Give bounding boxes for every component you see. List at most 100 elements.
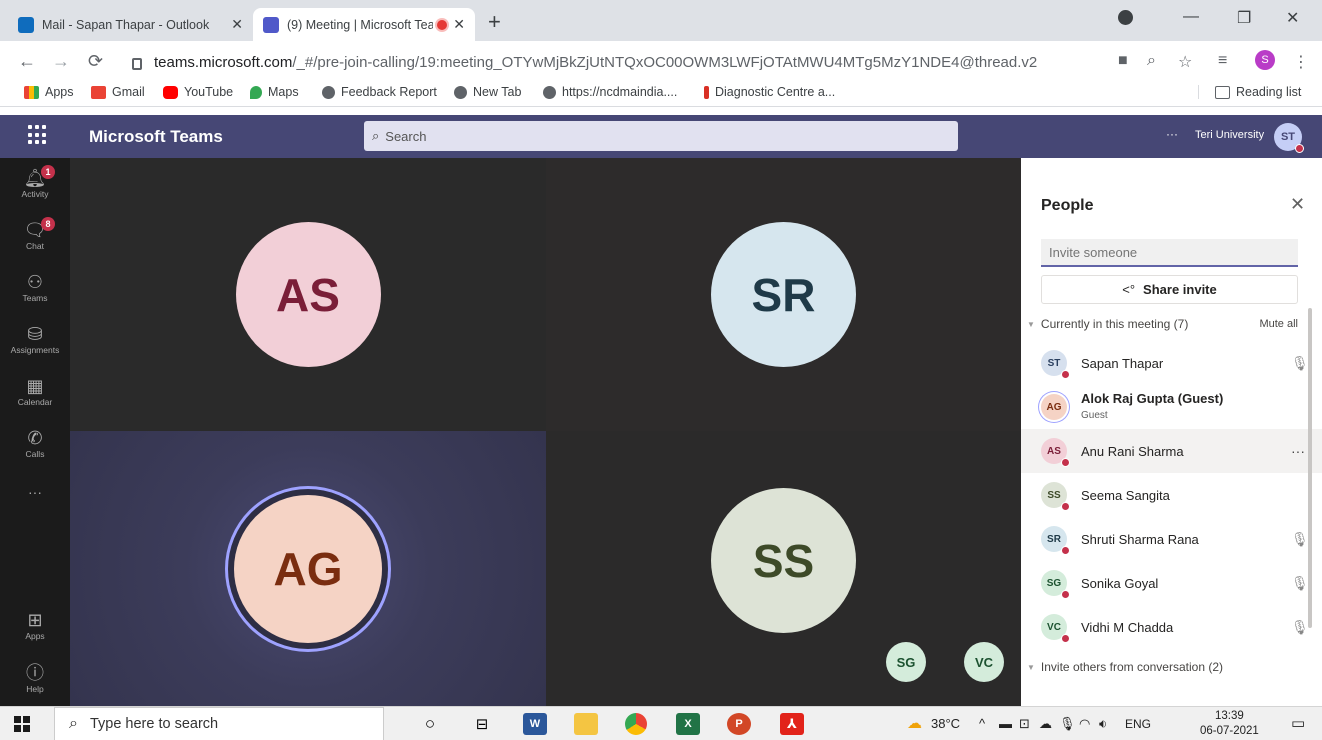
notifications-icon[interactable]: ▭ [1291, 714, 1305, 732]
reading-mode-icon[interactable]: ≡ [1218, 52, 1227, 70]
rail-item-chat[interactable]: 🗨︎ Chat 8 [0, 217, 70, 251]
bell-icon: 🔔︎ [23, 168, 47, 188]
video-tile[interactable]: SS [546, 431, 1021, 706]
bookmark-label: YouTube [184, 85, 234, 99]
start-button[interactable] [14, 716, 30, 732]
windows-taskbar: ⌕ Type here to search ○ ⊟ W X P ⅄ ☁ 38°C… [0, 706, 1322, 740]
participant-row[interactable]: SS Seema Sangita [1021, 473, 1322, 517]
participant-row[interactable]: SG Sonika Goyal 🎙︎ [1021, 561, 1322, 605]
recording-icon [437, 19, 448, 30]
rail-item-teams[interactable]: ⚇ Teams [0, 272, 70, 303]
forward-icon[interactable]: → [52, 51, 70, 72]
rail-item-apps[interactable]: ⊞ Apps [0, 610, 70, 641]
search-placeholder: Search [385, 128, 427, 144]
task-view-icon[interactable]: ⊟ [470, 713, 494, 735]
participant-row[interactable]: AG Alok Raj Gupta (Guest) Guest [1021, 385, 1322, 429]
bookmark-label: Maps [268, 85, 299, 99]
show-hidden-icons-icon[interactable]: ^ [979, 716, 985, 731]
caret-down-icon: ▼ [1027, 319, 1035, 329]
panel-scrollbar[interactable] [1308, 308, 1312, 628]
rail-item-assignments[interactable]: ⛁ Assignments [0, 324, 70, 355]
rail-item-activity[interactable]: 🔔︎ Activity 1 [0, 165, 70, 199]
bookmark-new-tab[interactable]: New Tab [454, 85, 521, 99]
org-name[interactable]: Teri University [1195, 129, 1264, 141]
acrobat-icon[interactable]: ⅄ [780, 713, 804, 735]
participant-row[interactable]: VC Vidhi M Chadda 🎙︎ [1021, 605, 1322, 649]
camera-blocked-icon[interactable]: ■ [1118, 52, 1128, 70]
user-avatar[interactable]: ST [1274, 123, 1304, 153]
minimize-icon[interactable]: — [1183, 8, 1199, 26]
video-tile[interactable]: AS [70, 158, 546, 431]
bookmark-ncdmaindia[interactable]: https://ncdmaindia.... [543, 85, 677, 99]
menu-icon[interactable]: ⋮ [1293, 52, 1309, 72]
participant-avatar: SS [711, 488, 856, 633]
file-explorer-icon[interactable] [574, 713, 598, 735]
rail-more-icon[interactable]: ··· [0, 484, 70, 500]
new-tab-button[interactable]: + [488, 9, 501, 35]
taskbar-search-input[interactable]: ⌕ Type here to search [54, 707, 384, 740]
overflow-participant-avatar[interactable]: VC [964, 642, 1004, 682]
video-tile-speaking[interactable]: AG [70, 431, 546, 706]
rail-item-help[interactable]: ⓘ Help [0, 663, 70, 694]
reload-icon[interactable]: ⟳ [88, 51, 103, 72]
bookmark-gmail[interactable]: Gmail [91, 85, 145, 99]
excel-icon[interactable]: X [676, 713, 700, 735]
section-invite-others[interactable]: ▼ Invite others from conversation (2) [1027, 660, 1298, 674]
cortana-icon[interactable]: ○ [418, 713, 442, 735]
clock[interactable]: 13:39 06-07-2021 [1200, 709, 1259, 739]
wifi-icon[interactable]: ◠ [1079, 716, 1090, 732]
tab-teams-meeting[interactable]: (9) Meeting | Microsoft Team ✕ [253, 8, 475, 41]
bookmark-maps[interactable]: Maps [250, 85, 299, 99]
mute-all-button[interactable]: Mute all [1259, 318, 1298, 330]
participant-row[interactable]: ST Sapan Thapar 🎙︎ [1021, 341, 1322, 385]
participant-name: Seema Sangita [1081, 487, 1170, 503]
status-busy-icon [1061, 634, 1070, 643]
video-tile[interactable]: SR [546, 158, 1021, 431]
omnibox[interactable]: teams.microsoft.com/_#/pre-join-calling/… [122, 47, 1202, 77]
weather-icon[interactable]: ☁ [907, 714, 922, 732]
zoom-icon[interactable]: ⌕ [1147, 52, 1156, 70]
chrome-icon[interactable] [625, 713, 647, 735]
meet-now-icon[interactable]: ⊡ [1019, 716, 1030, 732]
tab-search-icon[interactable] [1118, 10, 1133, 25]
close-icon[interactable]: ✕ [1290, 194, 1305, 215]
volume-icon[interactable]: 🔉︎ [1099, 716, 1107, 732]
more-options-icon[interactable]: ··· [1291, 443, 1305, 459]
rail-item-calls[interactable]: ✆ Calls [0, 428, 70, 459]
close-tab-icon[interactable]: ✕ [453, 16, 465, 33]
panel-title: People [1041, 197, 1094, 214]
microphone-icon[interactable]: 🎙︎ [1059, 716, 1076, 732]
section-currently-in-meeting[interactable]: ▼ Currently in this meeting (7) Mute all [1027, 317, 1298, 331]
app-launcher-icon[interactable] [28, 125, 48, 145]
participant-avatar: SR [711, 222, 856, 367]
word-icon[interactable]: W [523, 713, 547, 735]
participant-row[interactable]: AS Anu Rani Sharma ··· [1021, 429, 1322, 473]
star-icon[interactable]: ☆ [1178, 52, 1192, 72]
close-tab-icon[interactable]: ✕ [231, 16, 243, 33]
bookmark-apps[interactable]: Apps [24, 85, 74, 99]
share-invite-button[interactable]: <° Share invite [1041, 275, 1298, 304]
restore-icon[interactable]: ❐ [1237, 8, 1251, 28]
close-window-icon[interactable]: ✕ [1286, 8, 1299, 28]
battery-icon[interactable]: ▬ [999, 716, 1012, 731]
overflow-participant-avatar[interactable]: SG [886, 642, 926, 682]
weather-temp[interactable]: 38°C [931, 716, 960, 731]
avatar-initials: VC [974, 654, 994, 670]
participant-row[interactable]: SR Shruti Sharma Rana 🎙︎ [1021, 517, 1322, 561]
bookmark-diagnostic-centre[interactable]: Diagnostic Centre a... [704, 85, 835, 99]
teams-search-input[interactable]: ⌕ Search [364, 121, 958, 151]
invite-someone-input[interactable] [1041, 239, 1298, 267]
back-icon[interactable]: ← [18, 51, 36, 72]
reading-list-button[interactable]: Reading list [1198, 85, 1301, 99]
participant-name: Alok Raj Gupta (Guest) [1081, 391, 1224, 406]
language-indicator[interactable]: ENG [1125, 717, 1151, 731]
bookmark-youtube[interactable]: YouTube [163, 85, 233, 99]
onedrive-icon[interactable]: ☁ [1039, 716, 1052, 732]
globe-icon [322, 85, 335, 99]
powerpoint-icon[interactable]: P [727, 713, 751, 735]
bookmark-feedback-report[interactable]: Feedback Report [322, 85, 437, 99]
tab-outlook[interactable]: Mail - Sapan Thapar - Outlook ✕ [8, 8, 253, 41]
profile-avatar[interactable]: S [1255, 50, 1275, 70]
rail-item-calendar[interactable]: ▦ Calendar [0, 376, 70, 407]
settings-more-icon[interactable]: ··· [1166, 127, 1178, 141]
